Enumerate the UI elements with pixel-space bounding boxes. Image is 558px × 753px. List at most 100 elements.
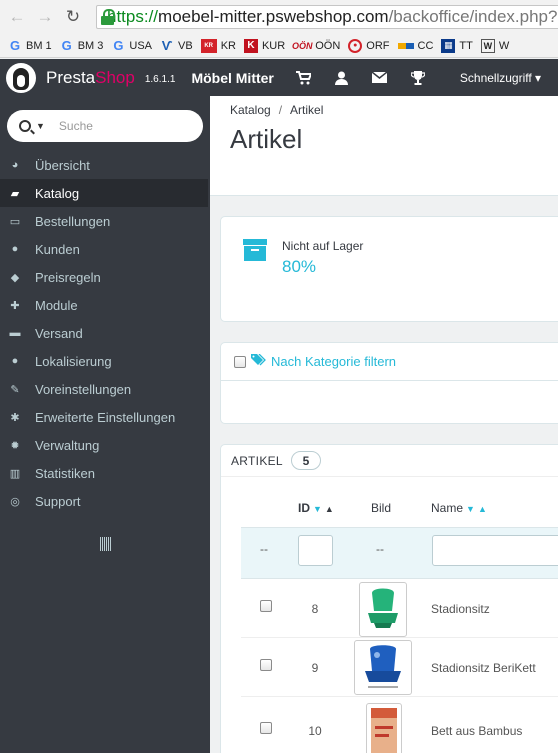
user-icon[interactable] [334,70,350,86]
kpi-out-of-stock[interactable]: Nicht auf Lager 80% [220,216,558,322]
caret-down-icon[interactable]: ▼ [36,121,45,131]
wrench-icon: ✎ [10,383,20,396]
sort-desc-icon[interactable]: ▼ [466,504,475,514]
envelope-icon[interactable] [372,70,388,86]
url-host: moebel-mitter.pswebshop.com [158,7,389,26]
orf-icon: ● [348,38,363,53]
product-thumbnail [354,640,412,695]
sidebar-item-voreinstellungen[interactable]: ✎ Voreinstellungen [0,375,210,403]
bookmark-bm3[interactable]: G BM 3 [60,38,104,53]
column-header-id[interactable]: ID ▼ ▲ [298,501,334,515]
bookmark-kur[interactable]: K KUR [243,38,285,53]
sidebar-collapse-handle-icon[interactable] [100,537,111,551]
filter-id-input[interactable] [298,535,333,566]
bookmark-vb[interactable]: Ѵ VB [160,38,193,53]
bookmark-bm1[interactable]: G BM 1 [8,38,52,53]
bookmark-tt[interactable]: ▦ TT [441,38,473,53]
sidebar-item-erweiterte-einstellungen[interactable]: ✱ Erweiterte Einstellungen [0,403,210,431]
search-icon[interactable] [19,120,31,132]
bookmark-label: KR [220,39,236,52]
category-filter-checkbox[interactable] [234,355,246,368]
sidebar-item-label: Statistiken [35,465,95,481]
sidebar-item-bestellungen[interactable]: ▭ Bestellungen [0,207,210,235]
column-header-name[interactable]: Name ▼ ▲ [431,501,487,515]
bookmark-usa[interactable]: G USA [111,38,152,53]
bookmark-orf[interactable]: ● ORF [348,38,390,53]
sidebar-item-kunden[interactable]: ● Kunden [0,235,210,263]
archive-box-icon [243,239,267,261]
sidebar-item-lokalisierung[interactable]: ● Lokalisierung [0,347,210,375]
product-thumbnail [366,703,402,753]
column-header-image: Bild [371,501,392,515]
row-checkbox[interactable] [260,600,272,612]
column-id-label: ID [298,501,310,515]
row-checkbox[interactable] [260,659,272,671]
google-icon: G [61,38,72,53]
sidebar-item-label: Kunden [35,241,80,257]
quick-access-dropdown[interactable]: Schnellzugriff ▾ [460,71,541,85]
filter-name-input[interactable] [432,535,558,566]
prestashop-logo-icon[interactable] [6,62,36,93]
product-count-badge: 5 [290,451,321,470]
row-checkbox[interactable] [260,722,272,734]
sidebar-item-uebersicht[interactable]: ◕ Übersicht [0,151,210,179]
oon-icon: OÖN [291,40,313,51]
sort-desc-icon[interactable]: ▼ [313,504,322,514]
breadcrumb-katalog[interactable]: Katalog [230,103,271,117]
brand-name: PrestaShop [46,68,135,88]
back-arrow-icon[interactable]: ← [6,6,28,28]
page-title: Artikel [230,124,303,154]
bookmark-w[interactable]: WW [480,38,509,53]
sidebar-item-label: Bestellungen [35,213,111,229]
filter-empty-image: -- [376,542,384,556]
search-input[interactable] [58,119,179,133]
trophy-icon[interactable] [410,70,426,86]
version-label: 1.6.1.1 [144,73,176,85]
column-name-label: Name [431,501,464,515]
sidebar-item-module[interactable]: ✚ Module [0,291,210,319]
sidebar-item-verwaltung[interactable]: ✹ Verwaltung [0,431,210,459]
sidebar-item-label: Preisregeln [35,269,101,285]
sidebar-item-support[interactable]: ◎ Support [0,487,210,515]
sort-asc-icon[interactable]: ▲ [325,504,334,514]
category-filter-label[interactable]: Nach Kategorie filtern [271,354,396,369]
table-row[interactable]: 10 Bett aus Bambus [241,698,558,753]
google-icon: G [9,38,21,53]
bar-chart-icon: ▥ [9,467,21,480]
bookmark-kr[interactable]: KR KR [200,38,236,53]
search-box[interactable]: ▼ [7,110,203,142]
users-icon: ● [11,243,19,255]
sidebar-item-statistiken[interactable]: ▥ Statistiken [0,459,210,487]
product-id: 9 [311,661,319,675]
bookmark-cc[interactable]: CC [397,40,433,52]
truck-icon: ▬ [9,327,21,339]
google-icon: G [113,38,124,53]
browser-toolbar: ← → ↻ https://moebel-mitter.pswebshop.co… [0,0,558,34]
breadcrumb-artikel: Artikel [290,103,324,117]
credit-card-icon: ▭ [9,215,21,228]
sort-asc-icon[interactable]: ▲ [478,504,487,514]
forward-arrow-icon[interactable]: → [34,6,56,28]
sidebar-item-label: Voreinstellungen [35,381,132,397]
table-row[interactable]: 9 Stadionsitz BeriKett [241,639,558,697]
bookmark-oon[interactable]: OÖN OÖN [291,39,340,53]
table-row[interactable]: 8 Stadionsitz [241,580,558,638]
brand-presta: Presta [46,67,96,87]
product-list-panel: ARTIKEL 5 ID ▼ ▲ Bild Name ▼ ▲ -- -- 8 Stadi… [220,444,558,753]
product-name: Bett aus Bambus [431,724,523,738]
address-bar[interactable]: https://moebel-mitter.pswebshop.com/back… [96,5,558,29]
category-filter-header: Nach Kategorie filtern [221,343,558,381]
shopping-cart-icon[interactable] [296,70,312,86]
vb-icon: Ѵ [161,38,173,53]
sidebar: ▼ ◕ Übersicht ▰ Katalog ▭ Bestellungen ● Kun… [0,96,210,753]
sidebar-item-katalog[interactable]: ▰ Katalog [0,179,208,207]
top-navbar: PrestaShop 1.6.1.1 Möbel Mitter Schnellz… [0,59,558,96]
shop-name-link[interactable]: Möbel Mitter [191,70,273,86]
category-filter-panel: Nach Kategorie filtern [220,342,558,424]
k-icon: K [243,38,258,53]
breadcrumb-separator: / [278,103,283,117]
sidebar-item-versand[interactable]: ▬ Versand [0,319,210,347]
sidebar-item-preisregeln[interactable]: ◆ Preisregeln [0,263,210,291]
reload-icon[interactable]: ↻ [62,6,84,28]
sidebar-item-label: Module [35,297,78,313]
